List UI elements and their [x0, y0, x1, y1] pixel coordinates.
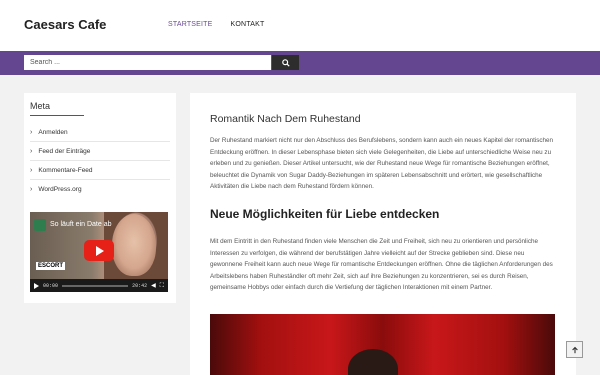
nav-item-kontakt[interactable]: KONTAKT	[231, 21, 265, 28]
post-image	[210, 314, 555, 375]
video-time-current: 00:00	[43, 282, 59, 289]
play-icon	[96, 245, 104, 256]
meta-link-label: Kommentare-Feed	[38, 166, 93, 174]
post-image-figure	[348, 349, 398, 375]
meta-link-wordpress[interactable]: › WordPress.org	[30, 180, 170, 199]
post-intro: Der Ruhestand markiert nicht nur den Abs…	[210, 137, 554, 190]
search-input[interactable]	[24, 55, 271, 70]
chevron-right-icon: ›	[30, 128, 33, 136]
meta-link-label: Anmelden	[38, 128, 68, 136]
meta-link-feed-eintraege[interactable]: › Feed der Einträge	[30, 142, 170, 161]
channel-icon[interactable]	[34, 219, 46, 231]
meta-link-label: WordPress.org	[38, 186, 82, 193]
video-progress-bar[interactable]	[62, 284, 129, 287]
video-badge: ESCORT	[36, 262, 66, 270]
chevron-right-icon: ›	[30, 166, 33, 174]
site-title[interactable]: Caesars Cafe	[24, 17, 106, 32]
nav-item-startseite[interactable]: STARTSEITE	[168, 21, 213, 28]
scroll-to-top-button[interactable]	[566, 341, 583, 358]
video-thumbnail-face	[112, 214, 156, 276]
widget-title: Meta	[30, 101, 51, 111]
controls-play-icon[interactable]	[34, 282, 39, 289]
fullscreen-icon[interactable]: ⛶	[160, 283, 164, 289]
video-title[interactable]: So läuft ein Date ab	[50, 221, 112, 228]
meta-link-anmelden[interactable]: › Anmelden	[30, 123, 170, 142]
main-article: Romantik Nach Dem Ruhestand Der Ruhestan…	[190, 93, 576, 375]
video-controls: 00:00 20:42 ◀ ⛶	[30, 279, 168, 292]
meta-list: › Anmelden › Feed der Einträge › Komment…	[30, 123, 170, 199]
arrow-up-icon	[571, 346, 578, 353]
volume-icon[interactable]: ◀	[151, 283, 156, 289]
main-nav: STARTSEITE KONTAKT	[168, 21, 264, 28]
search-button[interactable]	[272, 55, 299, 70]
post-paragraph: Mit dem Eintritt in den Ruhestand finden…	[210, 238, 553, 291]
video-embed[interactable]: So läuft ein Date ab ESCORT 00:00 20:42 …	[30, 212, 168, 292]
widget-title-underline	[30, 115, 84, 116]
search-icon	[281, 58, 290, 67]
meta-link-label: Feed der Einträge	[38, 147, 91, 155]
chevron-right-icon: ›	[30, 186, 33, 193]
post-title: Romantik Nach Dem Ruhestand	[210, 113, 361, 125]
post-subheading: Neue Möglichkeiten für Liebe entdecken	[210, 207, 440, 221]
video-play-button[interactable]	[84, 240, 114, 261]
chevron-right-icon: ›	[30, 147, 33, 155]
meta-link-kommentare-feed[interactable]: › Kommentare-Feed	[30, 161, 170, 180]
video-time-total: 20:42	[132, 282, 148, 289]
site-header: Caesars Cafe STARTSEITE KONTAKT	[0, 0, 600, 51]
